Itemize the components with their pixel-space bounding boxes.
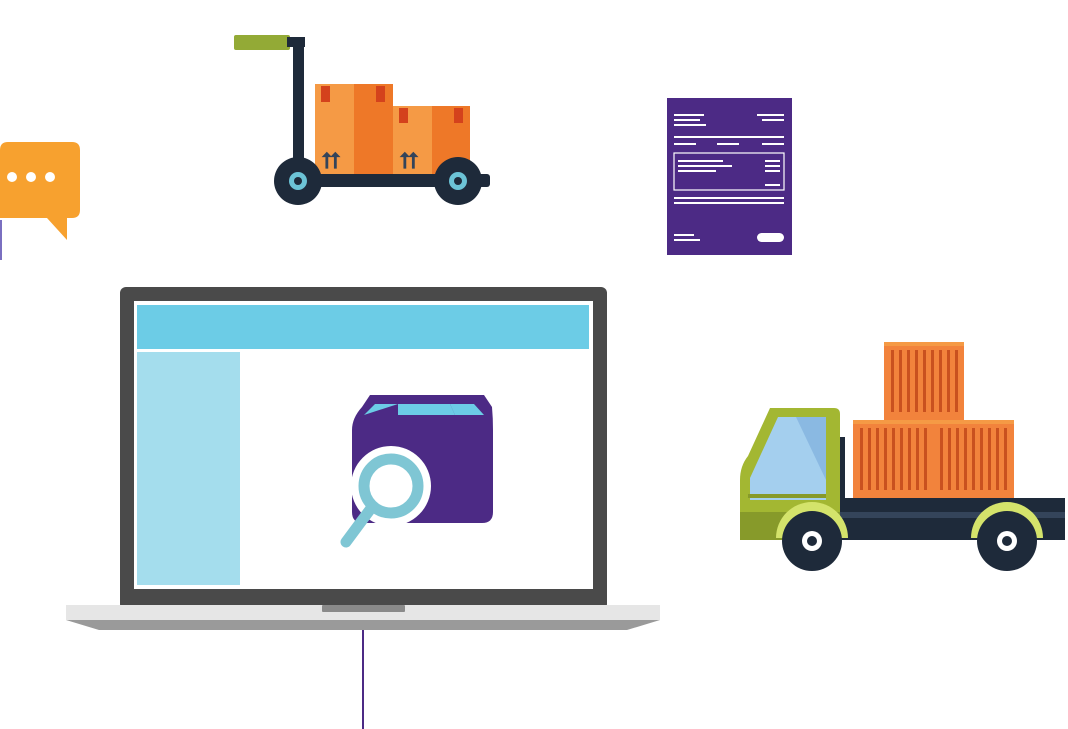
screen-header-bar — [137, 305, 589, 349]
screen-sidebar — [137, 352, 240, 585]
invoice-document-icon — [667, 98, 792, 255]
container-top — [884, 342, 964, 420]
delivery-truck-icon — [740, 342, 1065, 571]
hand-truck-with-boxes-icon: ⮅ ⮅ — [234, 35, 490, 205]
container-left — [853, 420, 933, 498]
chat-bubble-icon — [0, 142, 80, 260]
package-search-icon — [340, 395, 493, 548]
svg-text:⮅: ⮅ — [322, 148, 341, 173]
container-right — [933, 420, 1014, 498]
logistics-illustration: ⮅ ⮅ — [0, 0, 1068, 729]
svg-text:⮅: ⮅ — [400, 148, 419, 173]
